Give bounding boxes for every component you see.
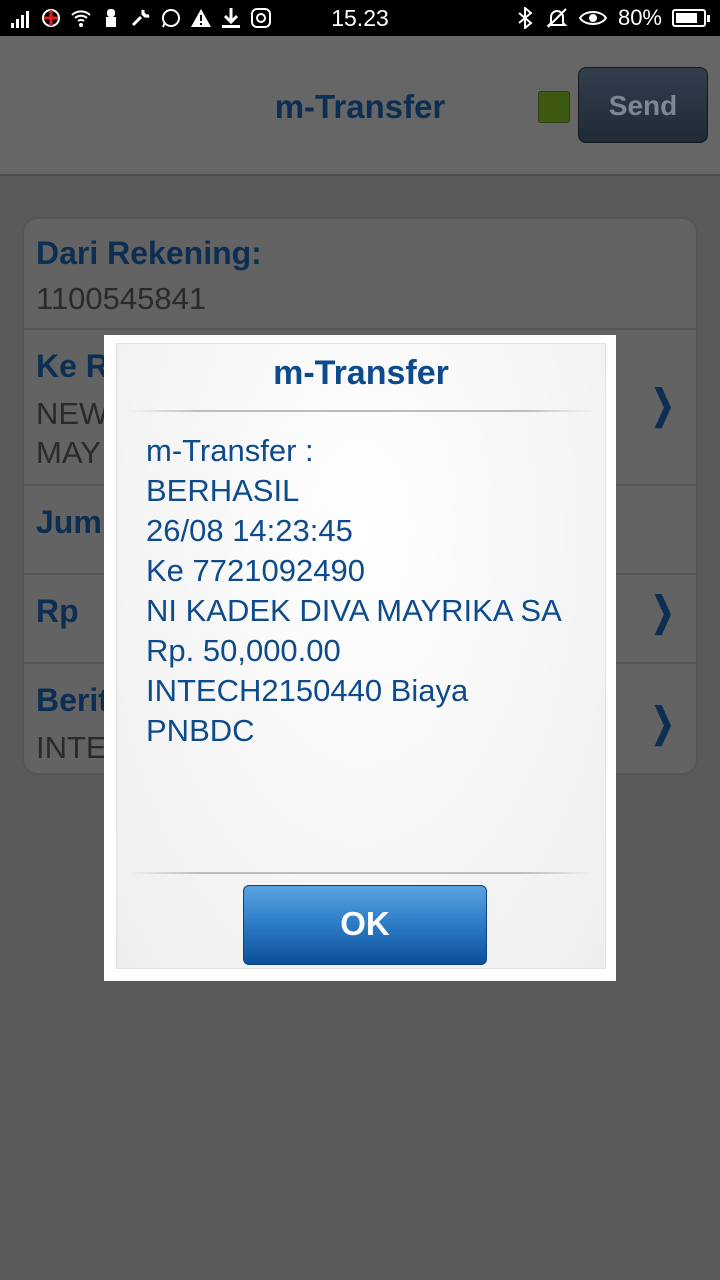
connection-status-indicator: [538, 91, 570, 123]
message-line: BERHASIL: [146, 473, 300, 508]
dialog-panel: m-Transfer m-Transfer : BERHASIL 26/08 1…: [116, 343, 606, 969]
status-bar-right: 80%: [514, 4, 710, 32]
source-account-label: Dari Rekening:: [36, 235, 262, 271]
amount-type-label: Jum: [36, 504, 102, 540]
chevron-right-icon: ❯: [651, 701, 675, 745]
message-label: Berit: [36, 682, 109, 718]
chevron-right-icon: ❯: [651, 590, 675, 634]
dialog-divider: [129, 872, 593, 874]
send-button[interactable]: Send: [578, 67, 708, 143]
message-line: m-Transfer :: [146, 433, 314, 468]
message-line: Ke 7721092490: [146, 553, 365, 588]
amount-label: Rp: [36, 593, 79, 629]
app-header: m-Transfer Send: [0, 36, 720, 176]
destination-account-label: Ke R: [36, 348, 109, 384]
ok-button[interactable]: OK: [243, 885, 487, 965]
message-line: 26/08 14:23:45: [146, 513, 353, 548]
result-dialog: m-Transfer m-Transfer : BERHASIL 26/08 1…: [104, 335, 616, 981]
message-line: PNBDC: [146, 713, 255, 748]
message-line: NI KADEK DIVA MAYRIKA SA: [146, 593, 562, 628]
message-line: Rp. 50,000.00: [146, 633, 341, 668]
battery-percent: 80%: [617, 5, 662, 30]
message-value: INTE: [36, 730, 107, 765]
chevron-right-icon: ❯: [651, 383, 675, 427]
dialog-title: m-Transfer: [273, 354, 449, 392]
bluetooth-icon: [518, 7, 533, 29]
destination-account-value: NEW: [36, 396, 109, 431]
message-line: INTECH2150440 Biaya: [146, 673, 469, 708]
dialog-divider: [129, 410, 593, 412]
source-account-value: 1100545841: [36, 281, 207, 316]
destination-account-value-line2: MAY: [36, 435, 101, 470]
eye-icon: [578, 11, 608, 25]
dialog-message: m-Transfer : BERHASIL 26/08 14:23:45 Ke …: [146, 431, 596, 751]
form-row-source-account[interactable]: Dari Rekening: 1100545841: [24, 219, 696, 330]
bell-muted-icon: [546, 8, 568, 28]
battery-icon: [672, 9, 710, 27]
status-bar: 15.23 80%: [0, 0, 720, 36]
battery-fill: [676, 13, 697, 23]
